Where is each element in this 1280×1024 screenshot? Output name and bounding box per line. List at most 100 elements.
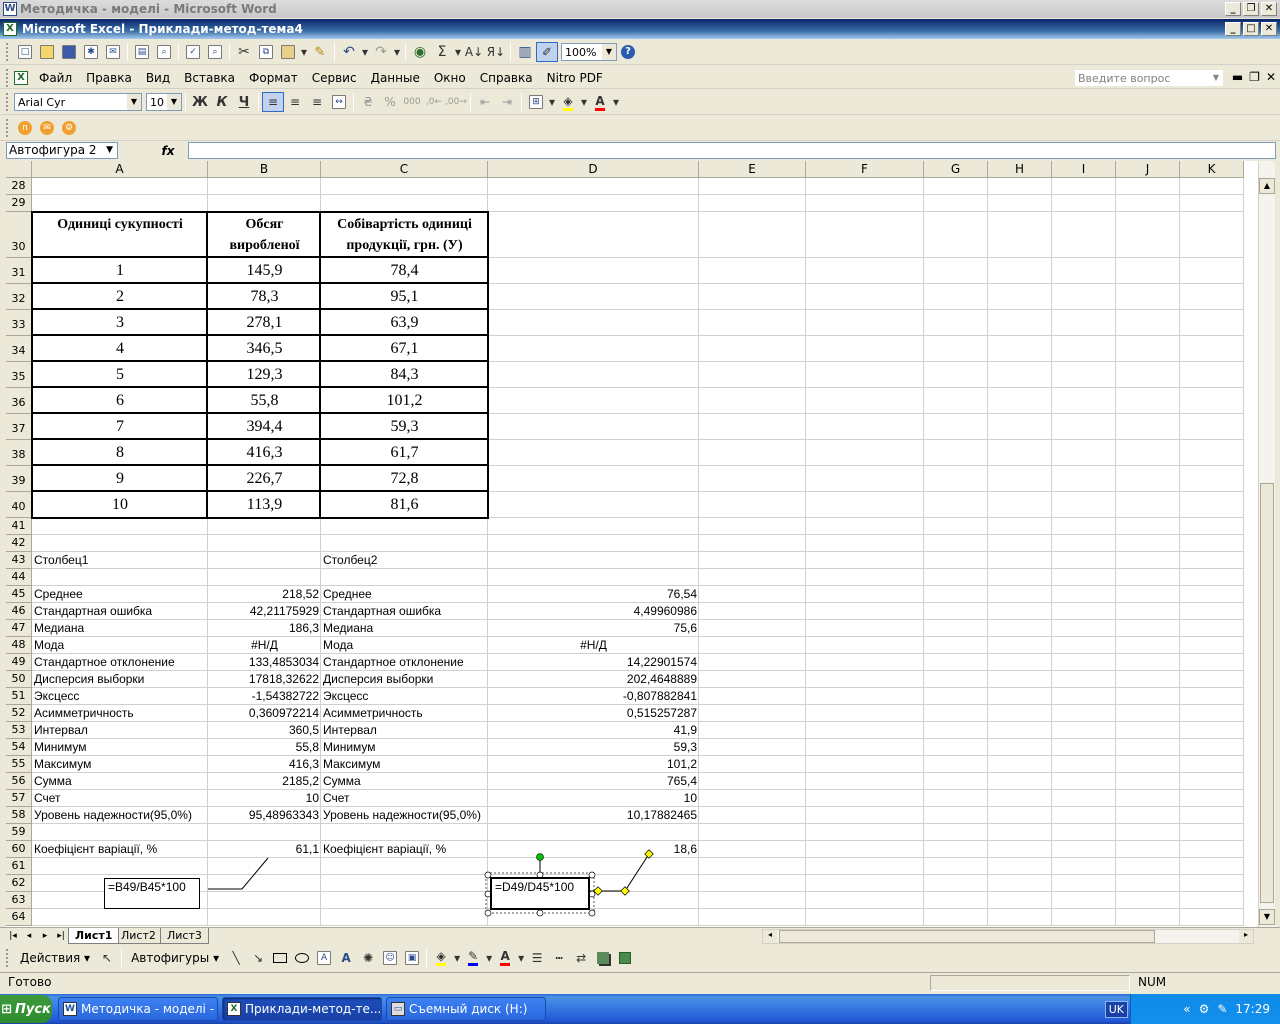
scroll-down-button[interactable]: ▼ — [1259, 909, 1275, 925]
undo-button[interactable]: ↶ — [338, 42, 360, 62]
menu-insert[interactable]: Вставка — [177, 68, 242, 88]
redo-button[interactable]: ↷ — [370, 42, 392, 62]
menu-format[interactable]: Формат — [242, 68, 305, 88]
menu-data[interactable]: Данные — [364, 68, 427, 88]
menu-nitro-pdf[interactable]: Nitro PDF — [540, 68, 610, 88]
formula-callout-2[interactable]: =D49/D45*100 — [490, 877, 590, 910]
name-box[interactable]: Автофигура 2 ▼ — [6, 142, 118, 159]
borders-dropdown[interactable]: ▾ — [547, 92, 557, 112]
sort-descending-button[interactable]: Я↓ — [485, 42, 507, 62]
dash-style-button[interactable]: ┅ — [548, 948, 570, 968]
scroll-right-button[interactable]: ▸ — [1239, 930, 1253, 943]
text-box-button[interactable]: A — [313, 948, 335, 968]
taskbar-item-excel[interactable]: X Приклади-метод-те... — [222, 997, 382, 1021]
zoom-combo[interactable]: 100% ▼ — [561, 43, 617, 61]
email-button[interactable]: ✉ — [102, 42, 124, 62]
align-center-button[interactable]: ≡ — [284, 92, 306, 112]
font-color-dropdown[interactable]: ▾ — [611, 92, 621, 112]
word-restore-button[interactable]: ❐ — [1243, 2, 1259, 16]
nitro-create-pdf-button[interactable]: n — [14, 118, 36, 138]
line-style-button[interactable]: ☰ — [526, 948, 548, 968]
nitro-settings-button[interactable]: ⚙ — [58, 118, 80, 138]
menu-window[interactable]: Окно — [427, 68, 473, 88]
increase-indent-button[interactable]: ⇥ — [496, 92, 518, 112]
formula-input[interactable] — [188, 142, 1276, 159]
diagram-button[interactable]: ✺ — [357, 948, 379, 968]
align-right-button[interactable]: ≡ — [306, 92, 328, 112]
currency-button[interactable]: ₴ — [357, 92, 379, 112]
permission-button[interactable]: ✱ — [80, 42, 102, 62]
draw-font-color-button[interactable]: A — [494, 948, 516, 968]
workbook-close-button[interactable]: ✕ — [1266, 70, 1276, 84]
menu-tools[interactable]: Сервис — [305, 68, 364, 88]
3d-style-button[interactable] — [614, 948, 636, 968]
open-button[interactable] — [36, 42, 58, 62]
font-name-combo[interactable]: Arial Cyr ▼ — [14, 93, 142, 111]
nitro-email-pdf-button[interactable]: ✉ — [36, 118, 58, 138]
menu-edit[interactable]: Правка — [79, 68, 139, 88]
autosum-dropdown[interactable]: ▾ — [453, 42, 463, 62]
draw-fill-dropdown[interactable]: ▾ — [452, 948, 462, 968]
language-indicator[interactable]: UK — [1104, 1001, 1128, 1018]
excel-minimize-button[interactable]: _ — [1225, 22, 1241, 36]
excel-close-button[interactable]: ✕ — [1261, 22, 1277, 36]
next-sheet-button[interactable]: ▸ — [38, 929, 52, 943]
formula-callout-1[interactable]: =B49/B45*100 — [104, 878, 200, 909]
fill-color-dropdown[interactable]: ▾ — [579, 92, 589, 112]
vertical-scroll-thumb[interactable] — [1260, 483, 1274, 903]
menu-file[interactable]: Файл — [32, 68, 79, 88]
sort-ascending-button[interactable]: A↓ — [463, 42, 485, 62]
hyperlink-button[interactable]: ◉ — [409, 42, 431, 62]
excel-maximize-button[interactable]: □ — [1243, 22, 1259, 36]
autoshapes-menu[interactable]: Автофигуры ▾ — [125, 951, 225, 965]
draw-actions-menu[interactable]: Действия ▾ — [14, 951, 96, 965]
help-button[interactable]: ? — [617, 42, 639, 62]
autosum-button[interactable]: Σ — [431, 42, 453, 62]
line-tool-button[interactable]: ╲ — [225, 948, 247, 968]
clip-art-button[interactable]: ☺ — [379, 948, 401, 968]
line-color-button[interactable]: ✎ — [462, 948, 484, 968]
arrow-style-button[interactable]: ⇄ — [570, 948, 592, 968]
worksheet-grid[interactable]: ABCDEFGHIJK 28 29 30 31 32 33 34 35 36 37 38 39 40 41… — [6, 161, 1258, 927]
merge-center-button[interactable]: ↔ — [328, 92, 350, 112]
research-button[interactable]: ⌕ — [204, 42, 226, 62]
tray-expand-icon[interactable]: « — [1183, 1002, 1190, 1016]
taskbar-item-word[interactable]: WМетодичка - моделі - Mi... — [58, 997, 218, 1021]
select-objects-button[interactable]: ↖ — [96, 948, 118, 968]
rectangle-tool-button[interactable] — [269, 948, 291, 968]
word-close-button[interactable]: ✕ — [1261, 2, 1277, 16]
start-button[interactable]: ⊞ Пуск — [0, 995, 52, 1023]
workbook-minimize-button[interactable]: ▬ — [1232, 70, 1243, 84]
horizontal-scrollbar[interactable]: ◂ ▸ — [762, 929, 1254, 944]
sheet-tab-2[interactable]: Лист2 — [114, 928, 163, 944]
increase-decimal-button[interactable]: ,0← — [423, 92, 445, 112]
first-sheet-button[interactable]: |◂ — [6, 929, 20, 943]
word-minimize-button[interactable]: _ — [1225, 2, 1241, 16]
align-left-button[interactable]: ≡ — [262, 92, 284, 112]
save-button[interactable] — [58, 42, 80, 62]
print-button[interactable]: ▤ — [131, 42, 153, 62]
redo-dropdown[interactable]: ▾ — [392, 42, 402, 62]
new-button[interactable]: □ — [14, 42, 36, 62]
drawing-toggle-button[interactable]: ✐ — [536, 42, 558, 62]
workbook-restore-button[interactable]: ❐ — [1249, 70, 1260, 84]
font-color-button[interactable]: A — [589, 92, 611, 112]
font-size-combo[interactable]: 10 ▼ — [146, 93, 182, 111]
insert-picture-button[interactable]: ▣ — [401, 948, 423, 968]
line-color-dropdown[interactable]: ▾ — [484, 948, 494, 968]
print-preview-button[interactable]: ⌕ — [153, 42, 175, 62]
scroll-up-button[interactable]: ▲ — [1259, 178, 1275, 194]
italic-button[interactable]: К — [211, 92, 233, 112]
sheet-tab-1[interactable]: Лист1 — [68, 928, 120, 944]
bold-button[interactable]: Ж — [189, 92, 211, 112]
last-sheet-button[interactable]: ▸| — [54, 929, 68, 943]
paste-button[interactable] — [277, 42, 299, 62]
word-window-titlebar[interactable]: W Методичка - моделі - Microsoft Word _ … — [0, 0, 1280, 18]
oval-tool-button[interactable] — [291, 948, 313, 968]
excel-window-titlebar[interactable]: X Microsoft Excel - Приклади-метод-тема4… — [0, 19, 1280, 39]
format-painter-button[interactable]: ✎ — [309, 42, 331, 62]
menu-help[interactable]: Справка — [473, 68, 540, 88]
network-icon[interactable]: ⚙ — [1199, 1002, 1210, 1016]
safely-remove-icon[interactable]: ✎ — [1217, 1002, 1227, 1016]
chart-wizard-button[interactable]: ▥ — [514, 42, 536, 62]
